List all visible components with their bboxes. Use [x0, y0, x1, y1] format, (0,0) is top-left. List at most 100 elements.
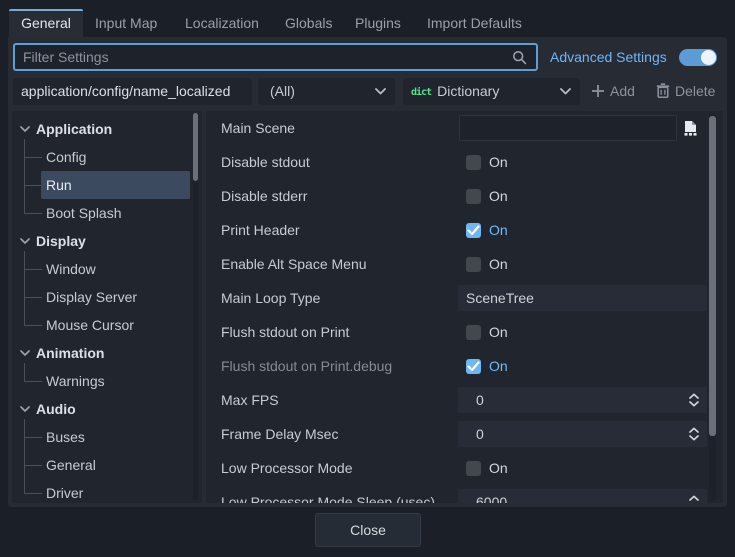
tab-input-map[interactable]: Input Map [95, 9, 157, 37]
tree-item-label: Boot Splash [46, 199, 122, 227]
setting-label: Low Processor Mode Sleep (usec) [221, 485, 435, 503]
tree-section-application[interactable]: Application [12, 115, 202, 143]
feature-filter-dropdown[interactable]: (All) [258, 78, 395, 105]
checkmark-icon [467, 225, 480, 236]
tree-section-label: Display [36, 227, 86, 255]
setting-row-disable-stdout: Disable stdoutOn [206, 145, 723, 179]
setting-label: Enable Alt Space Menu [221, 247, 367, 281]
setting-label: Flush stdout on Print.debug [221, 349, 392, 383]
checkbox-on-label: On [489, 247, 508, 281]
tree-item-driver[interactable]: Driver [12, 479, 202, 503]
checkbox-unchecked[interactable] [466, 155, 481, 170]
plus-icon [591, 84, 605, 98]
feature-filter-value: (All) [270, 83, 295, 99]
tree-indent-line [24, 251, 25, 325]
tree-item-label: Run [46, 171, 72, 199]
tree-section-audio[interactable]: Audio [12, 395, 202, 423]
tree-item-label: Window [46, 255, 96, 283]
tree-section-label: Animation [36, 339, 104, 367]
checkbox-on-label: On [489, 315, 508, 349]
search-icon [512, 50, 527, 65]
trash-icon [656, 83, 670, 98]
setting-row-low-processor-mode-sleep-usec-: Low Processor Mode Sleep (usec) 6000 [206, 485, 723, 503]
tree-item-config[interactable]: Config [12, 143, 202, 171]
tree-item-label: Warnings [46, 367, 105, 395]
tab-bar: General Input Map Localization Globals Plugi… [0, 0, 735, 37]
type-dropdown[interactable]: dict Dictionary [403, 78, 580, 105]
checkbox-unchecked[interactable] [466, 461, 481, 476]
checkbox-unchecked[interactable] [466, 325, 481, 340]
setting-row-max-fps: Max FPS 0 [206, 383, 723, 417]
tree-section-label: Application [36, 115, 112, 143]
filter-placeholder: Filter Settings [23, 49, 109, 65]
setting-label: Main Loop Type [221, 281, 320, 315]
setting-label: Frame Delay Msec [221, 417, 338, 451]
tree-item-window[interactable]: Window [12, 255, 202, 283]
spinner-updown-icon[interactable] [688, 495, 700, 503]
tree-item-general[interactable]: General [12, 451, 202, 479]
property-path-input[interactable]: application/config/name_localized [13, 78, 252, 105]
tab-general[interactable]: General [9, 9, 83, 37]
tree-indent-line [24, 139, 25, 213]
setting-row-flush-stdout-on-print-debug: Flush stdout on Print.debugOn [206, 349, 723, 383]
tree-item-run[interactable]: Run [12, 171, 202, 199]
chevron-down-icon [375, 88, 386, 95]
spinbox-field[interactable]: 6000 [458, 489, 707, 503]
spinner-updown-icon[interactable] [688, 393, 700, 407]
delete-button[interactable]: Delete [656, 78, 715, 105]
setting-row-low-processor-mode: Low Processor ModeOn [206, 451, 723, 485]
tree-item-label: Buses [46, 423, 85, 451]
tree-item-display-server[interactable]: Display Server [12, 283, 202, 311]
tab-import-defaults[interactable]: Import Defaults [427, 9, 522, 37]
spinbox-field[interactable]: 0 [458, 421, 707, 447]
add-label: Add [610, 83, 635, 99]
open-file-button[interactable] [683, 120, 698, 139]
setting-label: Main Scene [221, 111, 295, 145]
checkbox-unchecked[interactable] [466, 257, 481, 272]
setting-label: Disable stderr [221, 179, 307, 213]
text-field[interactable]: SceneTree [458, 285, 707, 311]
tab-plugins[interactable]: Plugins [355, 9, 401, 37]
tab-localization[interactable]: Localization [185, 9, 259, 37]
tree-section-label: Audio [36, 395, 76, 423]
setting-row-main-scene: Main Scene [206, 111, 723, 145]
checkbox-unchecked[interactable] [466, 189, 481, 204]
setting-row-flush-stdout-on-print: Flush stdout on PrintOn [206, 315, 723, 349]
checkmark-icon [467, 361, 480, 372]
dictionary-type-icon: dict [411, 79, 431, 106]
checkbox-on-label: On [489, 145, 508, 179]
spinbox-field[interactable]: 0 [458, 387, 707, 413]
close-button[interactable]: Close [315, 513, 421, 547]
setting-label: Max FPS [221, 383, 279, 417]
advanced-settings-toggle[interactable] [679, 49, 717, 66]
setting-label: Print Header [221, 213, 300, 247]
tree-item-warnings[interactable]: Warnings [12, 367, 202, 395]
setting-row-enable-alt-space-menu: Enable Alt Space Menu On [206, 247, 723, 281]
tree-indent-line [24, 363, 25, 381]
tree-section-display[interactable]: Display [12, 227, 202, 255]
spinner-updown-icon[interactable] [688, 427, 700, 441]
tree-item-mouse-cursor[interactable]: Mouse Cursor [12, 311, 202, 339]
setting-row-frame-delay-msec: Frame Delay Msec 0 [206, 417, 723, 451]
add-button[interactable]: Add [591, 78, 635, 105]
toggle-knob [701, 50, 716, 65]
tree-indent-line [24, 419, 25, 493]
tree-section-animation[interactable]: Animation [12, 339, 202, 367]
checkbox-checked[interactable] [466, 359, 481, 374]
chevron-down-icon [20, 238, 30, 245]
tree-item-label: Driver [46, 479, 83, 503]
tree-item-label: General [46, 451, 96, 479]
checkbox-on-label: On [489, 179, 508, 213]
tree-item-buses[interactable]: Buses [12, 423, 202, 451]
chevron-down-icon [20, 350, 30, 357]
filter-settings-input[interactable]: Filter Settings [13, 43, 538, 71]
tree-item-boot-splash[interactable]: Boot Splash [12, 199, 202, 227]
checkbox-checked[interactable] [466, 223, 481, 238]
checkbox-on-label: On [489, 451, 508, 485]
advanced-settings-label: Advanced Settings [550, 43, 667, 71]
tab-globals[interactable]: Globals [285, 9, 332, 37]
tree-scrollbar-thumb[interactable] [193, 113, 198, 181]
path-field[interactable] [459, 115, 677, 141]
type-value: Dictionary [437, 83, 499, 99]
settings-scrollbar-thumb[interactable] [709, 116, 716, 436]
